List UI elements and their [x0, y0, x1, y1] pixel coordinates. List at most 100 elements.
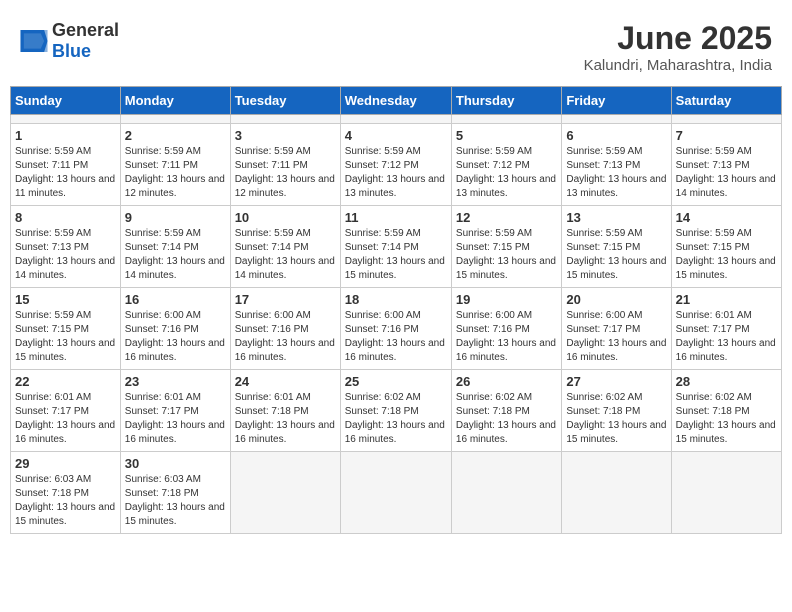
day-number: 30 [125, 456, 226, 471]
calendar-cell [340, 452, 451, 534]
weekday-header-sunday: Sunday [11, 87, 121, 115]
day-info: Sunrise: 5:59 AMSunset: 7:14 PMDaylight:… [235, 227, 336, 283]
calendar-cell: 24 Sunrise: 6:01 AMSunset: 7:18 PMDayligh… [230, 370, 340, 452]
header: General Blue June 2025 Kalundri, Maharas… [10, 10, 782, 82]
day-number: 22 [15, 374, 116, 389]
day-info: Sunrise: 6:03 AMSunset: 7:18 PMDaylight:… [15, 473, 116, 529]
calendar-cell: 20 Sunrise: 6:00 AMSunset: 7:17 PMDayligh… [562, 288, 671, 370]
calendar-cell: 26Sunrise: 6:02 AMSunset: 7:18 PMDayligh… [451, 370, 561, 452]
day-number: 8 [15, 210, 116, 225]
calendar-cell [451, 452, 561, 534]
logo-general: General [52, 20, 119, 40]
day-number: 17 [235, 292, 336, 307]
calendar-cell: 28Sunrise: 6:02 AMSunset: 7:18 PMDayligh… [671, 370, 781, 452]
weekday-header-wednesday: Wednesday [340, 87, 451, 115]
calendar-cell: 18 Sunrise: 6:00 AMSunset: 7:16 PMDayligh… [340, 288, 451, 370]
calendar-cell: 13 Sunrise: 5:59 AMSunset: 7:15 PMDayligh… [562, 206, 671, 288]
calendar-cell [120, 115, 230, 124]
calendar-cell: 17 Sunrise: 6:00 AMSunset: 7:16 PMDayligh… [230, 288, 340, 370]
day-info: Sunrise: 5:59 AMSunset: 7:15 PMDaylight:… [456, 227, 557, 283]
calendar-cell: 27Sunrise: 6:02 AMSunset: 7:18 PMDayligh… [562, 370, 671, 452]
calendar-cell: 29 Sunrise: 6:03 AMSunset: 7:18 PMDayligh… [11, 452, 121, 534]
calendar-cell [230, 115, 340, 124]
calendar-cell [11, 115, 121, 124]
calendar-cell [562, 115, 671, 124]
calendar-cell: 15Sunrise: 5:59 AMSunset: 7:15 PMDayligh… [11, 288, 121, 370]
weekday-header-friday: Friday [562, 87, 671, 115]
calendar-cell: 10Sunrise: 5:59 AMSunset: 7:14 PMDayligh… [230, 206, 340, 288]
logo-text: General Blue [52, 20, 119, 62]
day-info: Sunrise: 5:59 AMSunset: 7:13 PMDaylight:… [676, 145, 777, 201]
calendar-cell: 4Sunrise: 5:59 AMSunset: 7:12 PMDaylight… [340, 124, 451, 206]
week-row-1: 1Sunrise: 5:59 AMSunset: 7:11 PMDaylight… [11, 124, 782, 206]
calendar-cell: 5Sunrise: 5:59 AMSunset: 7:12 PMDaylight… [451, 124, 561, 206]
day-number: 19 [456, 292, 557, 307]
day-number: 12 [456, 210, 557, 225]
calendar-cell: 1Sunrise: 5:59 AMSunset: 7:11 PMDaylight… [11, 124, 121, 206]
calendar-cell [230, 452, 340, 534]
day-info: Sunrise: 5:59 AMSunset: 7:15 PMDaylight:… [676, 227, 777, 283]
day-number: 18 [345, 292, 447, 307]
title-area: June 2025 Kalundri, Maharashtra, India [584, 20, 772, 74]
calendar-cell [562, 452, 671, 534]
day-number: 24 [235, 374, 336, 389]
calendar-cell: 8 Sunrise: 5:59 AMSunset: 7:13 PMDaylight… [11, 206, 121, 288]
logo-icon [20, 30, 48, 52]
day-number: 25 [345, 374, 447, 389]
calendar-cell [671, 115, 781, 124]
day-info: Sunrise: 5:59 AMSunset: 7:13 PMDaylight:… [566, 145, 666, 201]
day-number: 3 [235, 128, 336, 143]
day-info: Sunrise: 5:59 AMSunset: 7:15 PMDaylight:… [566, 227, 666, 283]
day-info: Sunrise: 6:01 AMSunset: 7:18 PMDaylight:… [235, 391, 336, 447]
day-number: 20 [566, 292, 666, 307]
week-row-2: 8 Sunrise: 5:59 AMSunset: 7:13 PMDaylight… [11, 206, 782, 288]
calendar-cell: 2Sunrise: 5:59 AMSunset: 7:11 PMDaylight… [120, 124, 230, 206]
weekday-header-row: SundayMondayTuesdayWednesdayThursdayFrid… [11, 87, 782, 115]
day-number: 15 [15, 292, 116, 307]
day-info: Sunrise: 5:59 AMSunset: 7:12 PMDaylight:… [456, 145, 557, 201]
calendar-cell: 6 Sunrise: 5:59 AMSunset: 7:13 PMDaylight… [562, 124, 671, 206]
calendar-cell: 14 Sunrise: 5:59 AMSunset: 7:15 PMDayligh… [671, 206, 781, 288]
day-info: Sunrise: 6:01 AMSunset: 7:17 PMDaylight:… [676, 309, 777, 365]
day-number: 29 [15, 456, 116, 471]
day-info: Sunrise: 5:59 AMSunset: 7:14 PMDaylight:… [345, 227, 447, 283]
weekday-header-monday: Monday [120, 87, 230, 115]
logo-blue: Blue [52, 41, 91, 61]
calendar-cell: 25Sunrise: 6:02 AMSunset: 7:18 PMDayligh… [340, 370, 451, 452]
day-number: 14 [676, 210, 777, 225]
day-info: Sunrise: 6:00 AMSunset: 7:16 PMDaylight:… [235, 309, 336, 365]
day-number: 6 [566, 128, 666, 143]
calendar-cell: 11Sunrise: 5:59 AMSunset: 7:14 PMDayligh… [340, 206, 451, 288]
day-number: 16 [125, 292, 226, 307]
calendar-cell: 30 Sunrise: 6:03 AMSunset: 7:18 PMDayligh… [120, 452, 230, 534]
calendar-cell: 19 Sunrise: 6:00 AMSunset: 7:16 PMDayligh… [451, 288, 561, 370]
weekday-header-saturday: Saturday [671, 87, 781, 115]
day-info: Sunrise: 6:00 AMSunset: 7:17 PMDaylight:… [566, 309, 666, 365]
calendar-cell: 23Sunrise: 6:01 AMSunset: 7:17 PMDayligh… [120, 370, 230, 452]
calendar-cell: 22 Sunrise: 6:01 AMSunset: 7:17 PMDayligh… [11, 370, 121, 452]
calendar-cell [671, 452, 781, 534]
calendar-cell: 16Sunrise: 6:00 AMSunset: 7:16 PMDayligh… [120, 288, 230, 370]
weekday-header-thursday: Thursday [451, 87, 561, 115]
day-number: 23 [125, 374, 226, 389]
day-number: 4 [345, 128, 447, 143]
day-info: Sunrise: 6:01 AMSunset: 7:17 PMDaylight:… [15, 391, 116, 447]
day-number: 26 [456, 374, 557, 389]
week-row-3: 15Sunrise: 5:59 AMSunset: 7:15 PMDayligh… [11, 288, 782, 370]
calendar-cell: 21Sunrise: 6:01 AMSunset: 7:17 PMDayligh… [671, 288, 781, 370]
day-info: Sunrise: 5:59 AMSunset: 7:11 PMDaylight:… [235, 145, 336, 201]
day-info: Sunrise: 6:00 AMSunset: 7:16 PMDaylight:… [345, 309, 447, 365]
day-info: Sunrise: 5:59 AMSunset: 7:11 PMDaylight:… [125, 145, 226, 201]
day-info: Sunrise: 5:59 AMSunset: 7:13 PMDaylight:… [15, 227, 116, 283]
calendar-table: SundayMondayTuesdayWednesdayThursdayFrid… [10, 86, 782, 534]
calendar-cell: 12 Sunrise: 5:59 AMSunset: 7:15 PMDayligh… [451, 206, 561, 288]
calendar-cell [451, 115, 561, 124]
week-row-5: 29 Sunrise: 6:03 AMSunset: 7:18 PMDayligh… [11, 452, 782, 534]
day-info: Sunrise: 6:03 AMSunset: 7:18 PMDaylight:… [125, 473, 226, 529]
day-number: 13 [566, 210, 666, 225]
week-row-4: 22 Sunrise: 6:01 AMSunset: 7:17 PMDayligh… [11, 370, 782, 452]
calendar-subtitle: Kalundri, Maharashtra, India [584, 57, 772, 74]
calendar-cell: 9Sunrise: 5:59 AMSunset: 7:14 PMDaylight… [120, 206, 230, 288]
day-info: Sunrise: 6:00 AMSunset: 7:16 PMDaylight:… [456, 309, 557, 365]
day-info: Sunrise: 5:59 AMSunset: 7:11 PMDaylight:… [15, 145, 116, 201]
